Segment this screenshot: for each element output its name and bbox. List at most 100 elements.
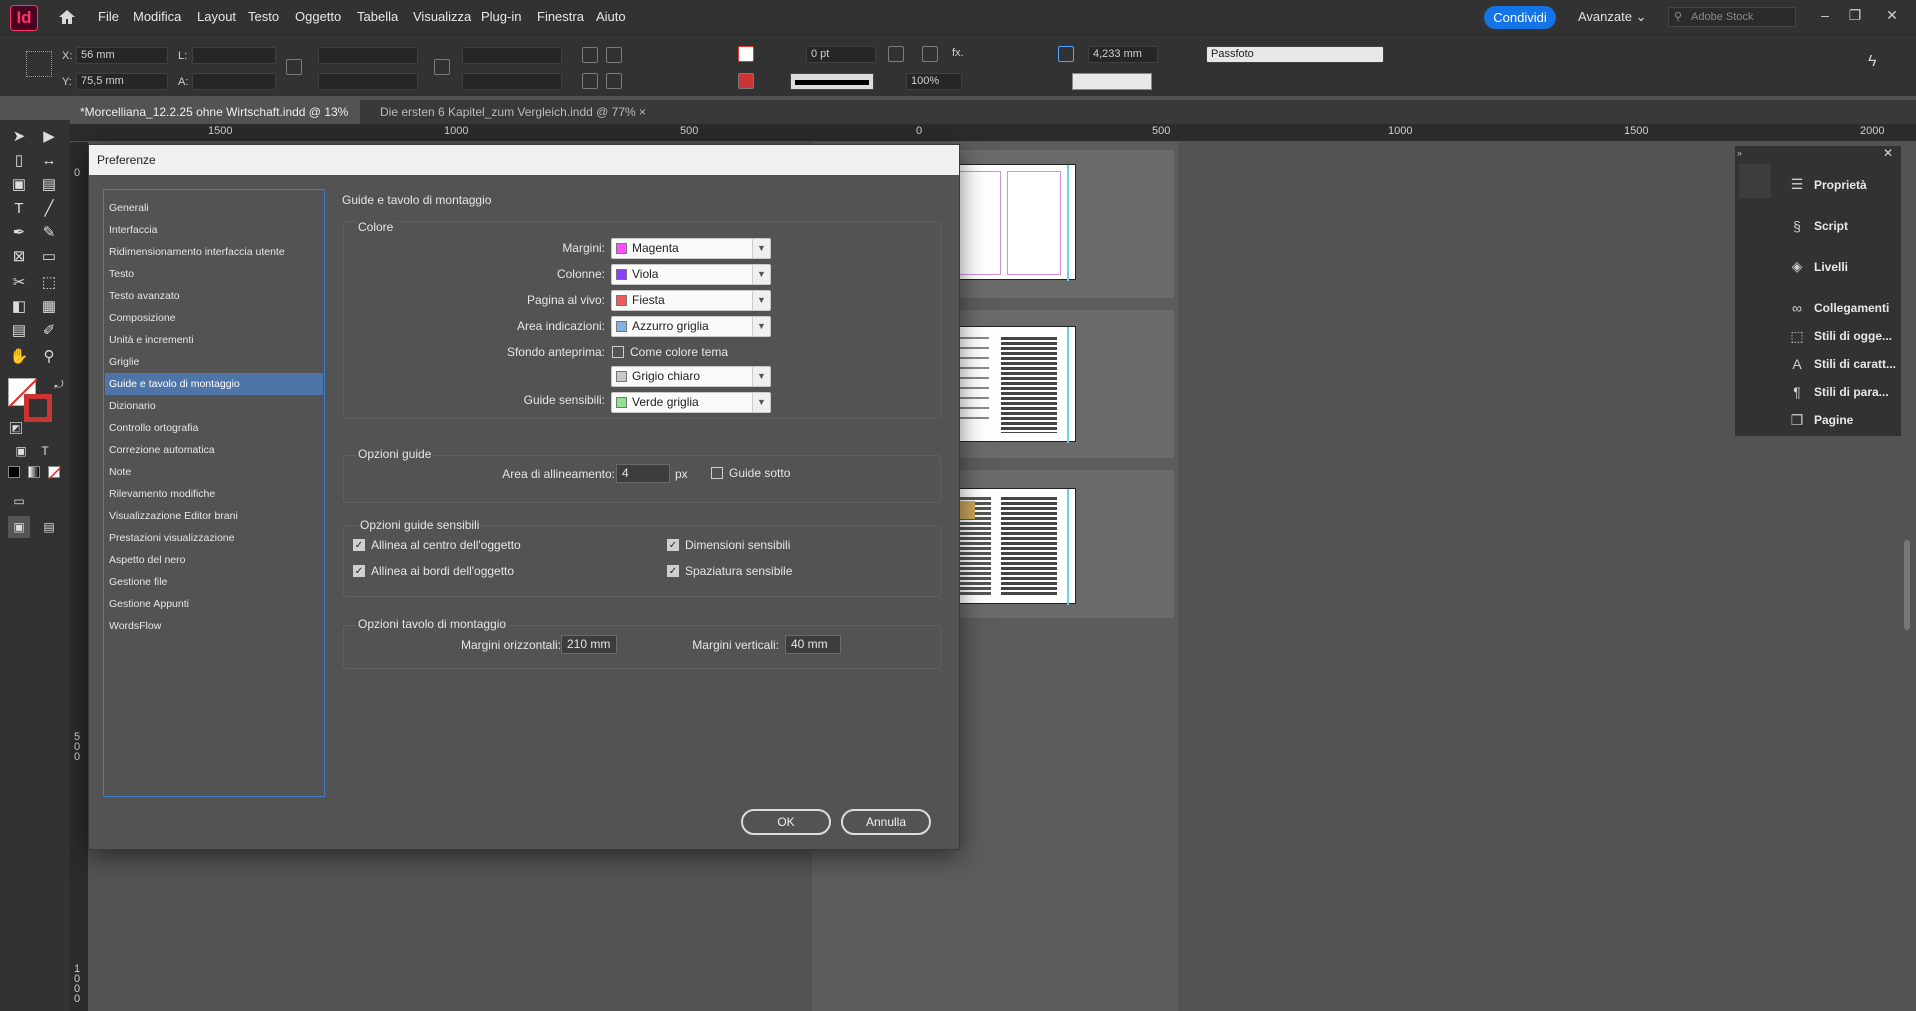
ok-button[interactable]: OK — [741, 809, 831, 835]
page-tool-icon[interactable]: ▯ — [8, 150, 30, 172]
pencil-tool-icon[interactable]: ✎ — [38, 222, 60, 244]
guide-sotto-checkbox[interactable] — [711, 467, 723, 479]
pen-tool-icon[interactable]: ✒ — [8, 222, 30, 244]
category-interfaccia[interactable]: Interfaccia — [105, 219, 323, 241]
pasteboard-scrollbar[interactable] — [1904, 540, 1910, 630]
stroke-type-select[interactable] — [790, 73, 874, 90]
category-editor-brani[interactable]: Visualizzazione Editor brani — [105, 505, 323, 527]
content-collector-icon[interactable]: ▣ — [8, 174, 30, 196]
category-dizionario[interactable]: Dizionario — [105, 395, 323, 417]
scale-x-field[interactable] — [318, 47, 418, 64]
menu-file[interactable]: File — [96, 0, 121, 34]
menu-tabella[interactable]: Tabella — [355, 0, 400, 34]
note-tool-icon[interactable]: ▤ — [8, 320, 30, 342]
sfondo-anteprima-select[interactable]: Grigio chiaro ▼ — [611, 366, 771, 387]
menu-finestra[interactable]: Finestra — [535, 0, 586, 34]
drop-shadow-icon[interactable] — [922, 46, 938, 62]
formatting-text-icon[interactable]: T — [34, 440, 56, 462]
menu-visualizza[interactable]: Visualizza — [411, 0, 473, 34]
close-icon[interactable]: ✕ — [1882, 5, 1902, 25]
spread-thumbnail[interactable] — [940, 164, 1076, 281]
apply-color-icon[interactable] — [8, 466, 20, 478]
come-colore-tema-checkbox[interactable] — [612, 346, 624, 358]
margini-orizzontali-input[interactable]: 210 mm — [561, 635, 617, 654]
category-controllo-ortografia[interactable]: Controllo ortografia — [105, 417, 323, 439]
panel-livelli[interactable]: Livelli — [1814, 254, 1848, 280]
pagina-vivo-select[interactable]: Fiesta ▼ — [611, 290, 771, 311]
scissors-tool-icon[interactable]: ✂ — [8, 272, 30, 294]
area-allineamento-input[interactable]: 4 — [616, 464, 670, 483]
category-unita[interactable]: Unità e incrementi — [105, 329, 323, 351]
guide-sensibili-select[interactable]: Verde griglia ▼ — [611, 392, 771, 413]
link-scale-icon[interactable] — [434, 59, 450, 75]
close-panel-icon[interactable]: ✕ — [1883, 146, 1893, 160]
category-generali[interactable]: Generali — [105, 197, 323, 219]
margini-verticali-input[interactable]: 40 mm — [785, 635, 841, 654]
gap-tool-icon[interactable]: ↔ — [38, 150, 60, 172]
spread-thumbnail[interactable] — [940, 326, 1076, 443]
stroke-color-icon[interactable] — [24, 394, 52, 422]
menu-oggetto[interactable]: Oggetto — [293, 0, 343, 34]
swatch-preview[interactable] — [1072, 73, 1152, 90]
rectangle-tool-icon[interactable]: ▭ — [38, 246, 60, 268]
preview-mode-icon[interactable]: ▤ — [38, 516, 60, 538]
panel-script[interactable]: Script — [1814, 213, 1848, 239]
object-style-select[interactable]: Passfoto — [1206, 46, 1384, 63]
rectangle-frame-tool-icon[interactable]: ⊠ — [8, 246, 30, 268]
category-note[interactable]: Note — [105, 461, 323, 483]
menu-testo[interactable]: Testo — [246, 0, 281, 34]
screen-mode-icon[interactable]: ▭ — [8, 490, 30, 512]
share-button[interactable]: Condividi — [1484, 6, 1556, 29]
stroke-swatch-icon[interactable] — [738, 73, 754, 89]
width-field[interactable] — [192, 47, 276, 64]
category-testo[interactable]: Testo — [105, 263, 323, 285]
menu-layout[interactable]: Layout — [195, 0, 238, 34]
effects-icon[interactable]: fx. — [952, 47, 964, 59]
close-icon[interactable]: × — [639, 105, 646, 119]
type-tool-icon[interactable]: T — [8, 198, 30, 220]
eyedropper-tool-icon[interactable]: ✐ — [38, 320, 60, 342]
margini-select[interactable]: Magenta ▼ — [611, 238, 771, 259]
apply-none-icon[interactable] — [48, 466, 62, 480]
rotate-cw-icon[interactable] — [582, 47, 598, 63]
menu-plugin[interactable]: Plug-in — [479, 0, 523, 34]
menu-aiuto[interactable]: Aiuto — [594, 0, 628, 34]
dimensioni-sensibili-checkbox[interactable]: ✓ — [667, 539, 679, 551]
collapsed-panel[interactable] — [1739, 164, 1771, 198]
fill-swatch-icon[interactable] — [738, 46, 754, 62]
workspace-switcher[interactable]: Avanzate ⌄ — [1578, 9, 1647, 25]
home-icon[interactable] — [58, 9, 76, 25]
spread-thumbnail[interactable] — [940, 488, 1076, 605]
gradient-tool-icon[interactable]: ◧ — [8, 296, 30, 318]
allinea-centro-checkbox[interactable]: ✓ — [353, 539, 365, 551]
collapse-arrows-icon[interactable]: » — [1737, 148, 1742, 158]
panel-stili-carattere[interactable]: Stili di caratt... — [1814, 351, 1896, 377]
reference-point-icon[interactable] — [26, 51, 52, 77]
apply-gradient-icon[interactable] — [28, 466, 40, 478]
colonne-select[interactable]: Viola ▼ — [611, 264, 771, 285]
panel-stili-oggetto[interactable]: Stili di ogge... — [1814, 323, 1892, 349]
category-testo-avanzato[interactable]: Testo avanzato — [105, 285, 323, 307]
hand-tool-icon[interactable]: ✋ — [8, 346, 30, 368]
stroke-weight-field[interactable]: 0 pt — [806, 46, 876, 63]
text-wrap-icon[interactable] — [888, 46, 904, 62]
x-field[interactable]: 56 mm — [76, 47, 168, 64]
flip-horizontal-icon[interactable] — [582, 73, 598, 89]
restore-icon[interactable]: ❐ — [1845, 5, 1865, 25]
category-gestione-appunti[interactable]: Gestione Appunti — [105, 593, 323, 615]
category-wordsflow[interactable]: WordsFlow — [105, 615, 323, 637]
swap-colors-icon[interactable]: ⤾ — [48, 374, 70, 396]
content-placer-icon[interactable]: ▤ — [38, 174, 60, 196]
height-field[interactable] — [192, 73, 276, 90]
category-composizione[interactable]: Composizione — [105, 307, 323, 329]
auto-fit-icon[interactable] — [1058, 46, 1074, 62]
default-colors-icon[interactable]: ◩ — [10, 422, 22, 434]
adobe-stock-search[interactable]: ⚲ Adobe Stock — [1668, 7, 1796, 27]
category-rilevamento[interactable]: Rilevamento modifiche — [105, 483, 323, 505]
lightning-icon[interactable]: ϟ — [1868, 53, 1876, 71]
menu-modifica[interactable]: Modifica — [131, 0, 183, 34]
line-tool-icon[interactable]: ╱ — [38, 198, 60, 220]
category-prestazioni[interactable]: Prestazioni visualizzazione — [105, 527, 323, 549]
gradient-feather-tool-icon[interactable]: ▦ — [38, 296, 60, 318]
panel-stili-paragrafo[interactable]: Stili di para... — [1814, 379, 1889, 405]
